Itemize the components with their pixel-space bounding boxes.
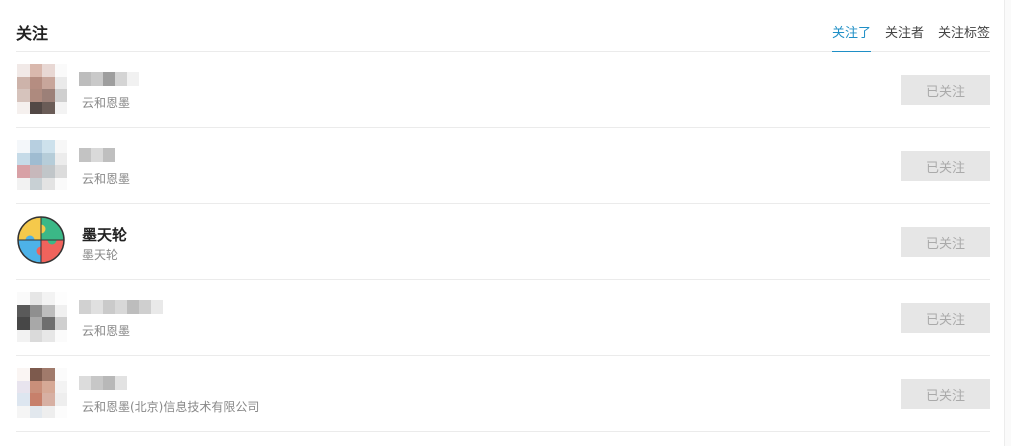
list-item: 墨天轮 墨天轮 已关注 (16, 204, 990, 280)
following-button[interactable]: 已关注 (901, 303, 990, 333)
blurred-username (79, 376, 127, 390)
following-button[interactable]: 已关注 (901, 227, 990, 257)
user-description: 云和恩墨 (82, 96, 131, 110)
page-title: 关注 (16, 24, 49, 43)
following-button[interactable]: 已关注 (901, 75, 990, 105)
user-description: 云和恩墨 (82, 172, 131, 186)
user-name[interactable]: 墨天轮 (82, 224, 127, 245)
panel-header: 关注 关注了 关注者 关注标签 (16, 0, 990, 52)
tab-followers[interactable]: 关注者 (885, 22, 924, 52)
pixelated-photo-icon (17, 140, 67, 190)
tab-follow-tags[interactable]: 关注标签 (938, 22, 990, 52)
pixelated-photo-icon (17, 64, 67, 114)
avatar[interactable] (17, 368, 67, 418)
avatar[interactable] (17, 64, 67, 114)
following-button[interactable]: 已关注 (901, 151, 990, 181)
puzzle-logo-icon (17, 216, 65, 264)
following-list: 云和恩墨 已关注 云和恩墨 已关注 墨天轮 墨天轮 已关注 云和恩墨 已关注 云… (16, 52, 990, 432)
tab-bar: 关注了 关注者 关注标签 (831, 22, 990, 52)
avatar[interactable] (17, 140, 67, 190)
scrollbar[interactable] (1004, 0, 1011, 446)
blurred-username (79, 300, 163, 314)
tab-following[interactable]: 关注了 (831, 22, 871, 52)
list-item: 云和恩墨 已关注 (16, 280, 990, 356)
list-item: 云和恩墨(北京)信息技术有限公司 已关注 (16, 356, 990, 432)
blurred-username (79, 148, 115, 162)
blurred-username (79, 72, 139, 86)
user-description: 云和恩墨(北京)信息技术有限公司 (82, 400, 260, 414)
following-button[interactable]: 已关注 (901, 379, 990, 409)
pixelated-photo-icon (17, 292, 67, 342)
user-description: 墨天轮 (82, 248, 119, 262)
list-item: 云和恩墨 已关注 (16, 52, 990, 128)
following-panel: 关注 关注了 关注者 关注标签 云和恩墨 已关注 云和恩墨 已关注 墨天轮 墨天… (16, 0, 990, 446)
avatar[interactable] (17, 216, 67, 266)
pixelated-photo-icon (17, 368, 67, 418)
avatar[interactable] (17, 292, 67, 342)
user-description: 云和恩墨 (82, 324, 131, 338)
list-item: 云和恩墨 已关注 (16, 128, 990, 204)
